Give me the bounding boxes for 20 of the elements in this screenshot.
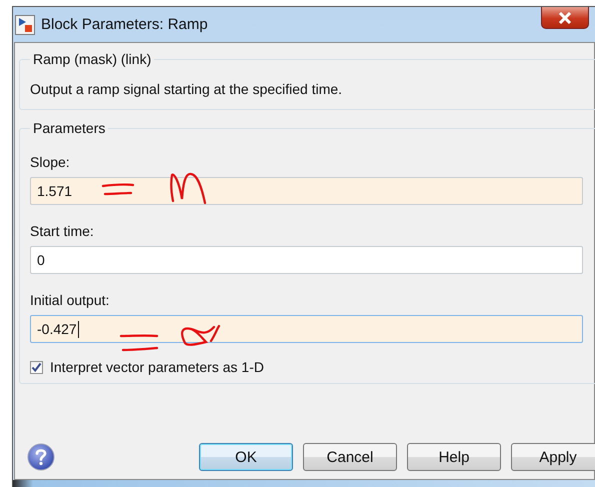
group-title: Ramp (mask) (link): [32, 51, 152, 67]
field-label: Initial output:: [30, 292, 110, 308]
group-title: Parameters: [32, 120, 106, 136]
field-label: Slope:: [30, 154, 71, 170]
field-label: Start time:: [30, 223, 95, 239]
checkbox-label: Interpret vector parameters as 1-D: [50, 359, 264, 375]
description-text: Output a ramp signal starting at the specified time.: [30, 80, 344, 99]
checkbox[interactable]: [30, 360, 43, 374]
help-icon[interactable]: [27, 443, 55, 471]
input-field[interactable]: -0.427: [30, 315, 583, 343]
input-field[interactable]: 1.571: [30, 177, 583, 205]
block-icon: [15, 14, 35, 34]
dialog-button[interactable]: Help: [407, 443, 501, 471]
dialog-button[interactable]: OK: [199, 443, 293, 471]
input-field[interactable]: 0: [30, 246, 583, 274]
dialog-button[interactable]: Cancel: [303, 443, 397, 471]
window-title: Block Parameters: Ramp: [41, 16, 208, 33]
close-button[interactable]: [541, 7, 589, 29]
dialog-button[interactable]: Apply: [511, 443, 595, 471]
close-icon: [558, 12, 572, 24]
